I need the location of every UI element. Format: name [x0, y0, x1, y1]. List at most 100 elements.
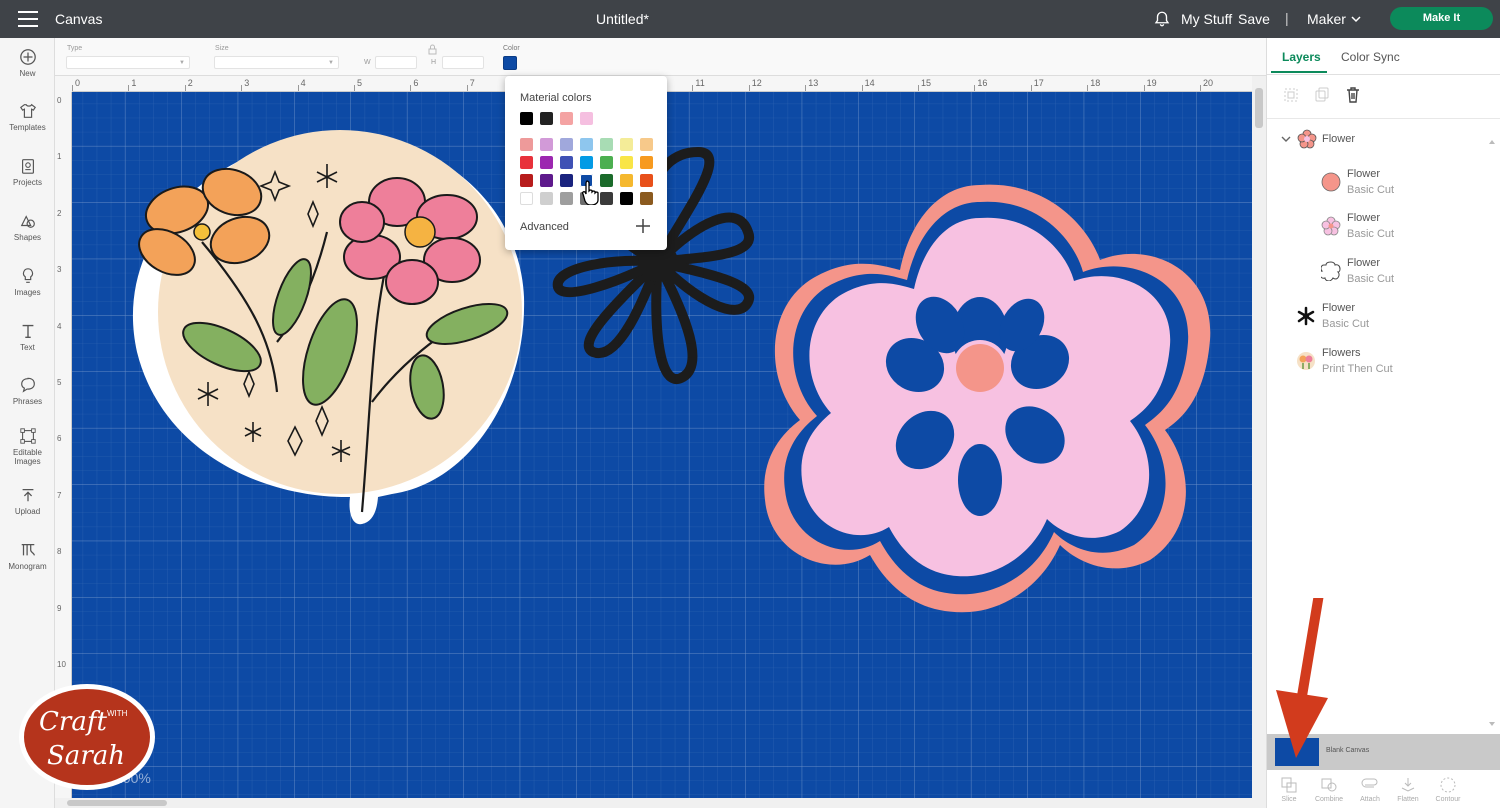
ruler-tick-label: 4: [57, 321, 62, 331]
contour-button[interactable]: Contour: [1430, 776, 1466, 803]
color-swatch[interactable]: [600, 138, 613, 151]
chevron-down-icon[interactable]: [1350, 13, 1362, 25]
advanced-link[interactable]: Advanced: [520, 221, 569, 233]
tab-layers[interactable]: Layers: [1282, 50, 1321, 64]
sidebar-label: Editable: [13, 448, 42, 457]
ruler-tick-label: 1: [131, 78, 137, 88]
color-swatch[interactable]: [620, 156, 633, 169]
color-swatch[interactable]: [560, 112, 573, 125]
flatten-button[interactable]: Flatten: [1390, 776, 1426, 803]
color-swatch[interactable]: [580, 138, 593, 151]
paperclip-icon: [1361, 778, 1378, 788]
color-swatch[interactable]: [560, 174, 573, 187]
color-swatch[interactable]: [540, 192, 553, 205]
color-swatch[interactable]: [600, 156, 613, 169]
color-swatch[interactable]: [540, 112, 553, 125]
combine-button[interactable]: Combine: [1311, 776, 1347, 803]
color-swatch[interactable]: [640, 156, 653, 169]
color-swatch[interactable]: [620, 192, 633, 205]
layer-item[interactable]: Flower Basic Cut: [1267, 255, 1487, 289]
color-swatch[interactable]: [560, 138, 573, 151]
width-label: W: [364, 59, 371, 66]
layer-item[interactable]: Flower Basic Cut: [1267, 210, 1487, 244]
type-select[interactable]: ▼: [66, 56, 190, 69]
lock-icon[interactable]: [428, 44, 437, 55]
scroll-thumb[interactable]: [67, 800, 167, 806]
color-swatch[interactable]: [503, 56, 517, 70]
chevron-down-icon[interactable]: [1281, 134, 1291, 144]
color-swatch[interactable]: [560, 192, 573, 205]
vertical-scrollbar[interactable]: [1252, 76, 1266, 798]
sidebar-item-new[interactable]: New: [0, 48, 55, 78]
document-title[interactable]: Untitled*: [0, 11, 1245, 27]
color-swatch[interactable]: [580, 112, 593, 125]
color-swatch[interactable]: [640, 174, 653, 187]
ruler-tick: [241, 85, 243, 91]
sidebar-item-templates[interactable]: Templates: [0, 102, 55, 132]
bell-icon[interactable]: [1153, 10, 1171, 28]
ruler-tick-label: 0: [57, 96, 62, 105]
upload-icon: [22, 488, 33, 502]
group-icon[interactable]: [1282, 86, 1300, 104]
active-tab-indicator: [1271, 71, 1327, 73]
color-swatch[interactable]: [580, 156, 593, 169]
machine-select[interactable]: Maker: [1307, 11, 1346, 27]
save-button[interactable]: Save: [1238, 11, 1270, 27]
attach-button[interactable]: Attach: [1352, 776, 1388, 803]
layer-operation: Basic Cut: [1347, 184, 1395, 196]
sidebar-item-monogram[interactable]: Monogram: [0, 541, 55, 571]
ruler-tick-label: 10: [57, 660, 66, 669]
sidebar-item-shapes[interactable]: Shapes: [0, 212, 55, 242]
slice-button[interactable]: Slice: [1271, 776, 1307, 803]
layer-group-flower[interactable]: Flower: [1267, 128, 1487, 152]
layer-item[interactable]: Flower Basic Cut: [1267, 300, 1487, 334]
scroll-thumb[interactable]: [1255, 88, 1263, 128]
make-it-button[interactable]: Make It: [1390, 7, 1493, 30]
color-swatch[interactable]: [640, 192, 653, 205]
color-swatch[interactable]: [540, 138, 553, 151]
ruler-tick: [918, 85, 919, 91]
width-input[interactable]: [375, 56, 417, 69]
ruler-tick: [1087, 85, 1089, 91]
blank-canvas-label: Blank Canvas: [1326, 747, 1370, 754]
color-swatch[interactable]: [520, 112, 533, 125]
size-select[interactable]: ▼: [214, 56, 339, 69]
logo-word-sarah: Sarah: [47, 741, 125, 771]
layer-item[interactable]: Flowers Print Then Cut: [1267, 345, 1487, 379]
color-swatch[interactable]: [520, 156, 533, 169]
sidebar-item-editable-images[interactable]: Editable Images: [0, 427, 55, 466]
sidebar-item-images[interactable]: Images: [0, 267, 55, 297]
trash-icon[interactable]: [1344, 86, 1362, 104]
color-swatch[interactable]: [540, 156, 553, 169]
sidebar-label: New: [19, 69, 36, 78]
color-swatch[interactable]: [620, 174, 633, 187]
ruler-tick-label: 14: [864, 78, 875, 88]
sidebar-label: Upload: [14, 507, 41, 516]
edit-toolbar: Type ▼ Size ▼ W H Color: [55, 38, 1266, 76]
ruler-tick-label: 12: [751, 78, 762, 88]
sidebar-item-text[interactable]: Text: [0, 322, 55, 352]
layer-name: Flower: [1347, 168, 1381, 180]
color-swatch[interactable]: [520, 174, 533, 187]
color-swatch[interactable]: [640, 138, 653, 151]
color-swatch[interactable]: [520, 138, 533, 151]
color-swatch[interactable]: [540, 174, 553, 187]
sidebar-label: Images: [14, 288, 41, 297]
color-swatch[interactable]: [520, 192, 533, 205]
tab-color-sync[interactable]: Color Sync: [1341, 50, 1400, 64]
panel-scrollbar[interactable]: [1487, 138, 1497, 728]
height-input[interactable]: [442, 56, 484, 69]
duplicate-icon[interactable]: [1313, 86, 1331, 104]
horizontal-scrollbar[interactable]: [55, 798, 1266, 808]
plus-icon[interactable]: [635, 218, 651, 234]
sidebar-item-phrases[interactable]: Phrases: [0, 376, 55, 406]
color-label: Color: [503, 45, 520, 52]
ruler-tick-label: 8: [57, 547, 62, 557]
sidebar-item-upload[interactable]: Upload: [0, 486, 55, 516]
color-swatch[interactable]: [620, 138, 633, 151]
layer-item[interactable]: Flower Basic Cut: [1267, 166, 1487, 200]
ruler-tick-label: 2: [57, 208, 62, 218]
color-swatch[interactable]: [560, 156, 573, 169]
my-stuff-link[interactable]: My Stuff: [1181, 11, 1232, 27]
sidebar-item-projects[interactable]: Projects: [0, 157, 55, 187]
